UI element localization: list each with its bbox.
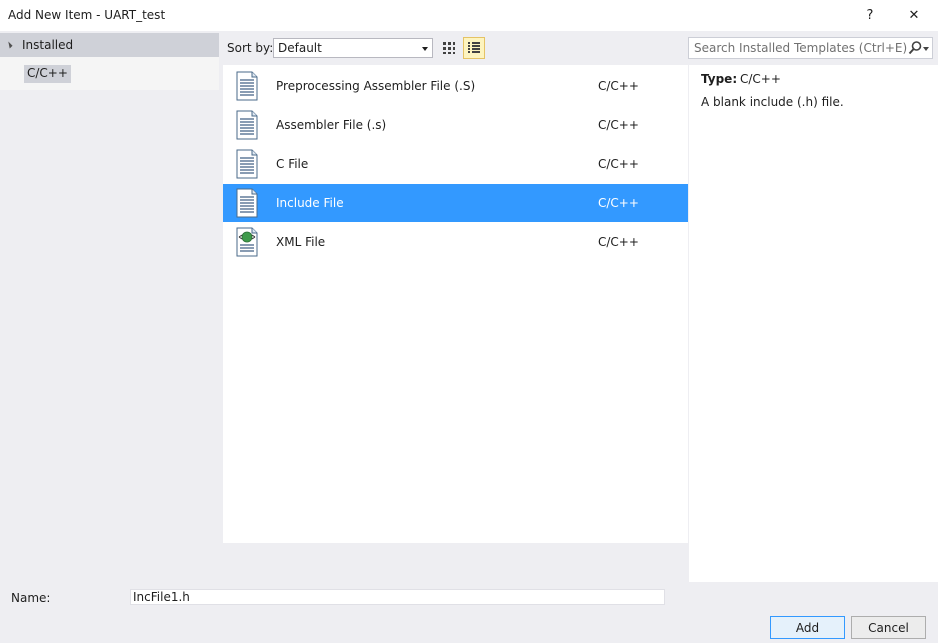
template-row[interactable]: Preprocessing Assembler File (.S) C/C++: [223, 67, 688, 105]
search-placeholder: Search Installed Templates (Ctrl+E): [694, 41, 908, 55]
cancel-button[interactable]: Cancel: [851, 616, 926, 639]
template-name: Assembler File (.s): [276, 118, 387, 132]
collapse-triangle-icon[interactable]: [5, 41, 13, 49]
template-details: Type: C/C++ A blank include (.h) file.: [689, 65, 938, 582]
tree-children: C/C++: [0, 57, 219, 90]
name-label: Name:: [11, 591, 51, 605]
search-templates-input[interactable]: Search Installed Templates (Ctrl+E): [688, 37, 933, 59]
close-button[interactable]: ✕: [902, 4, 926, 26]
template-row[interactable]: Include File C/C++: [223, 184, 688, 222]
template-name: C File: [276, 157, 309, 171]
template-name: Include File: [276, 196, 344, 210]
template-list: Preprocessing Assembler File (.S) C/C++ A…: [223, 65, 688, 543]
type-label: Type:: [701, 72, 738, 86]
grid-view-icon: [443, 42, 455, 54]
document-icon: [234, 149, 260, 179]
document-icon: [234, 110, 260, 140]
template-row[interactable]: XML File C/C++: [223, 223, 688, 261]
type-value: C/C++: [740, 72, 781, 86]
template-name: XML File: [276, 235, 326, 249]
tree-node-installed[interactable]: Installed: [0, 33, 219, 57]
template-category: C/C++: [598, 118, 639, 132]
search-icon[interactable]: [908, 40, 922, 56]
category-tree: Installed C/C++: [0, 31, 219, 584]
template-category: C/C++: [598, 235, 639, 249]
tree-node-installed-label: Installed: [22, 38, 74, 52]
chevron-down-icon: [422, 47, 428, 51]
template-category: C/C++: [598, 157, 639, 171]
list-view-button[interactable]: [463, 37, 485, 59]
title-bar: Add New Item - UART_test ? ✕: [0, 0, 938, 31]
grid-view-button[interactable]: [438, 37, 460, 59]
list-view-icon: [468, 42, 480, 53]
document-icon: [234, 71, 260, 101]
add-button[interactable]: Add: [770, 616, 845, 639]
template-row[interactable]: C File C/C++: [223, 145, 688, 183]
tree-item-c-cpp[interactable]: C/C++: [24, 65, 71, 83]
template-category: C/C++: [598, 79, 639, 93]
sort-by-value: Default: [278, 41, 322, 55]
window-title: Add New Item - UART_test: [8, 8, 166, 22]
template-category: C/C++: [598, 196, 639, 210]
template-row[interactable]: Assembler File (.s) C/C++: [223, 106, 688, 144]
name-input[interactable]: [130, 589, 665, 605]
sort-by-label: Sort by:: [227, 41, 274, 55]
document-icon: [234, 188, 260, 218]
template-name: Preprocessing Assembler File (.S): [276, 79, 476, 93]
template-description: A blank include (.h) file.: [701, 95, 844, 109]
sort-by-dropdown[interactable]: Default: [273, 38, 433, 58]
xml-file-icon: [234, 227, 260, 257]
search-options-chevron-icon[interactable]: [923, 47, 929, 51]
help-button[interactable]: ?: [858, 4, 882, 26]
